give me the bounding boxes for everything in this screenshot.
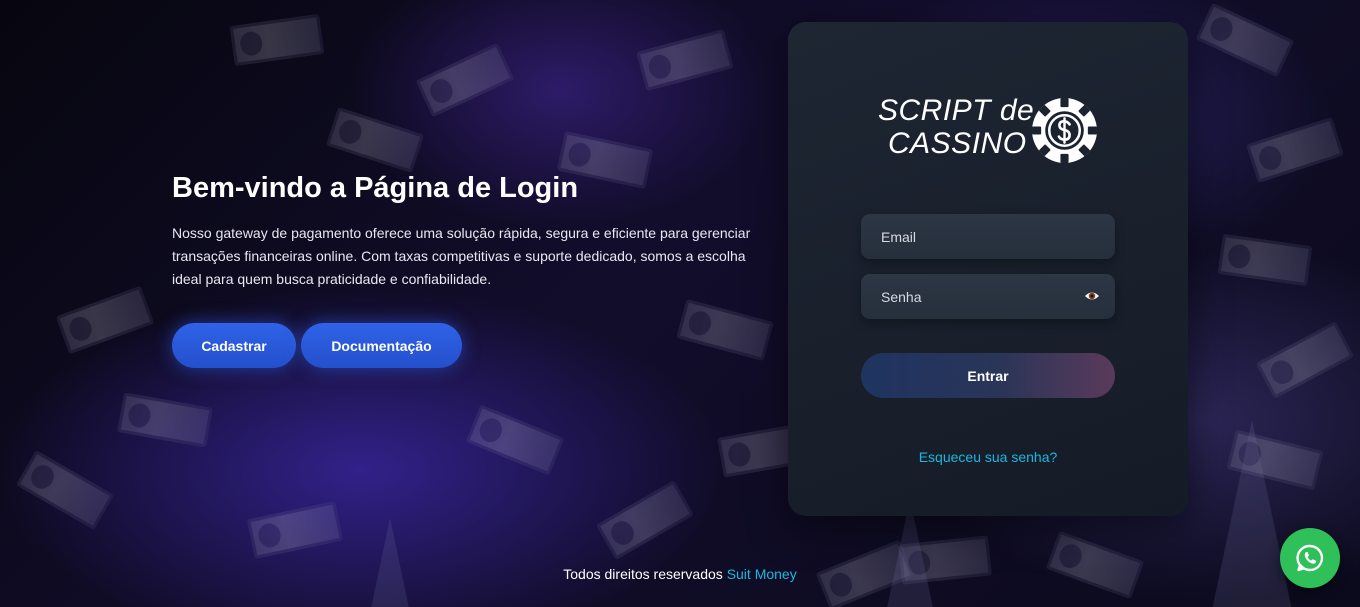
whatsapp-button[interactable] (1280, 528, 1340, 588)
footer-text: Todos direitos reservados (563, 566, 723, 582)
footer-link[interactable]: Suit Money (727, 566, 797, 582)
hero-section: Bem-vindo a Página de Login Nosso gatewa… (172, 170, 772, 368)
whatsapp-icon (1296, 544, 1324, 572)
eye-icon[interactable] (1084, 289, 1100, 303)
email-field (861, 214, 1115, 259)
register-button[interactable]: Cadastrar (172, 323, 296, 368)
password-field (861, 274, 1115, 319)
logo-line-1: SCRIPT de (878, 94, 1035, 127)
logo-line-2: CASSINO (888, 127, 1027, 160)
password-input[interactable] (861, 274, 1115, 319)
forgot-password-link[interactable]: Esqueceu sua senha? (788, 449, 1188, 465)
login-card: SCRIPT de CASSINO Email Entrar Esqueceu … (788, 22, 1188, 516)
logo-text: SCRIPT de CASSINO (876, 94, 1034, 160)
hero-buttons: Cadastrar Documentação (172, 323, 462, 368)
documentation-button[interactable]: Documentação (301, 323, 462, 368)
email-input[interactable] (861, 214, 1115, 259)
logo: SCRIPT de CASSINO (876, 94, 1100, 166)
footer: Todos direitos reservados Suit Money (0, 566, 1360, 582)
casino-chip-dollar-icon (1032, 98, 1097, 163)
hero-description: Nosso gateway de pagamento oferece uma s… (172, 225, 751, 287)
login-submit-button[interactable]: Entrar (861, 353, 1115, 398)
hero-title: Bem-vindo a Página de Login (172, 172, 579, 204)
